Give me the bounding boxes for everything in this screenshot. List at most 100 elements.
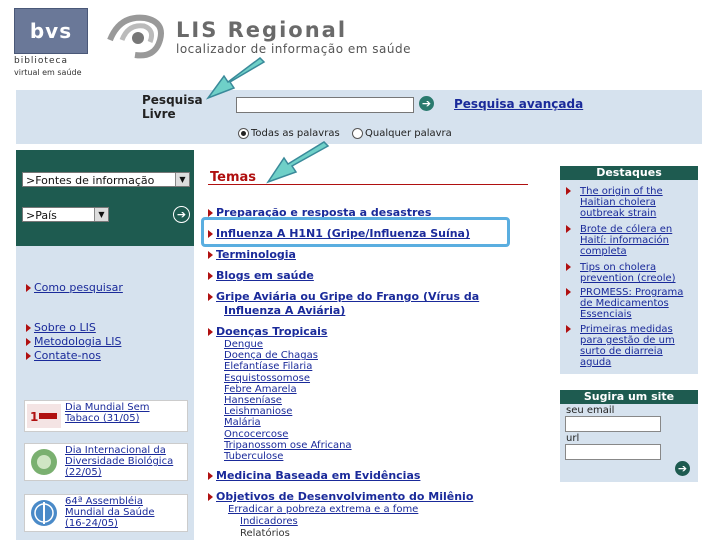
topic-link[interactable]: Medicina Baseada em Evidências — [216, 469, 420, 482]
bvs-logo[interactable]: bvs biblioteca virtual em saúde — [14, 8, 88, 82]
topic-link[interactable]: Blogs em saúde — [216, 269, 314, 282]
promo-line[interactable]: (22/05) — [65, 467, 102, 478]
app-title: LIS Regional — [176, 18, 348, 42]
bvs-logo-line2: virtual em saúde — [14, 68, 82, 77]
search-label: Pesquisa Livre — [142, 93, 212, 121]
methodology-link[interactable]: Metodologia LIS — [26, 335, 121, 348]
bullet-arrow-icon — [566, 325, 571, 333]
disease-link[interactable]: Dengue — [224, 339, 263, 350]
bullet-arrow-icon — [208, 272, 213, 280]
bvs-logo-box: bvs — [14, 8, 88, 54]
about-lis-link[interactable]: Sobre o LIS — [26, 321, 96, 334]
app-subtitle: localizador de informação em saúde — [176, 42, 411, 56]
topic-link[interactable]: Influenza A Aviária) — [224, 304, 345, 317]
odm-item[interactable]: Erradicar a pobreza extrema e a fome — [228, 504, 418, 515]
radio-all-indicator[interactable] — [238, 128, 249, 139]
advanced-search-link[interactable]: Pesquisa avançada — [454, 97, 583, 111]
sources-select[interactable]: >Fontes de informação ▼ — [22, 172, 190, 187]
disease-link[interactable]: Leishmaniose — [224, 406, 292, 417]
highlight-link[interactable]: completa — [580, 246, 627, 257]
topic-link[interactable]: Terminologia — [216, 248, 296, 261]
topic-link[interactable]: Gripe Aviária ou Gripe do Frango (Vírus … — [216, 290, 479, 303]
disease-link[interactable]: Hanseníase — [224, 395, 282, 406]
bullet-arrow-icon — [26, 338, 31, 346]
search-go-button[interactable]: ➔ — [419, 96, 434, 111]
highlight-item[interactable]: The origin of the Haitian cholera outbreak… — [566, 186, 663, 219]
highlight-link[interactable]: PROMESS: Programa — [580, 287, 683, 298]
contact-link[interactable]: Contate-nos — [26, 349, 101, 362]
url-field[interactable] — [565, 444, 661, 460]
highlight-link[interactable]: Primeiras medidas — [580, 324, 673, 335]
odm-item[interactable]: Indicadores — [240, 516, 298, 527]
promo-line[interactable]: Diversidade Biológica — [65, 456, 173, 467]
highlight-link[interactable]: Haitian cholera — [580, 197, 656, 208]
chevron-down-icon[interactable]: ▼ — [175, 173, 189, 186]
promo-line[interactable]: 64ª Assembléia — [65, 496, 143, 507]
topic-link[interactable]: Objetivos de Desenvolvimento do Milênio — [216, 490, 473, 503]
highlight-item[interactable]: Brote de cólera en Haití: información comp… — [566, 224, 672, 257]
highlight-link[interactable]: aguda — [580, 357, 611, 368]
radio-any-indicator[interactable] — [352, 128, 363, 139]
topic-item[interactable]: Blogs em saúde — [208, 269, 314, 282]
chevron-down-icon[interactable]: ▼ — [94, 208, 108, 221]
highlight-link[interactable]: Haití: información — [580, 235, 669, 246]
topic-item[interactable]: Influenza A Aviária) — [224, 304, 345, 317]
about-lis-label[interactable]: Sobre o LIS — [34, 321, 96, 334]
highlight-link[interactable]: Tips on cholera — [580, 262, 656, 273]
how-to-search-link[interactable]: Como pesquisar — [26, 281, 123, 294]
highlight-link[interactable]: de Medicamentos — [580, 298, 669, 309]
promo-line[interactable]: Mundial da Saúde — [65, 507, 154, 518]
email-field[interactable] — [565, 416, 661, 432]
disease-link[interactable]: Tuberculose — [224, 451, 283, 462]
disease-link[interactable]: Febre Amarela — [224, 384, 297, 395]
disease-link[interactable]: Oncocercose — [224, 429, 288, 440]
topic-item[interactable]: Terminologia — [208, 248, 296, 261]
bullet-arrow-icon — [208, 251, 213, 259]
disease-link[interactable]: Elefantíase Filaria — [224, 361, 312, 372]
odm-link[interactable]: Relatórios — [240, 528, 290, 539]
topic-item[interactable]: Gripe Aviária ou Gripe do Frango (Vírus … — [208, 290, 479, 303]
highlight-item[interactable]: Primeiras medidas para gestão de um surto … — [566, 324, 675, 368]
who-emblem-icon — [31, 500, 57, 526]
promo-banner[interactable]: Dia Internacional da Diversidade Biológi… — [24, 443, 188, 481]
odm-item[interactable]: Relatórios — [240, 528, 290, 539]
promo-line[interactable]: Dia Internacional da — [65, 445, 166, 456]
filter-go-button[interactable]: ➔ — [173, 206, 190, 223]
highlight-link[interactable]: surto de diarreia — [580, 346, 663, 357]
topic-item[interactable]: Objetivos de Desenvolvimento do Milênio — [208, 490, 473, 503]
odm-link[interactable]: Indicadores — [240, 516, 298, 527]
suggest-submit-button[interactable]: ➔ — [675, 461, 690, 476]
disease-link[interactable]: Esquistossomose — [224, 373, 310, 384]
methodology-label[interactable]: Metodologia LIS — [34, 335, 121, 348]
promo-line[interactable]: Tabaco (31/05) — [65, 413, 139, 424]
bullet-arrow-icon — [208, 328, 213, 336]
highlight-link[interactable]: para gestão de um — [580, 335, 675, 346]
highlight-link[interactable]: Brote de cólera en — [580, 224, 672, 235]
highlight-link[interactable]: The origin of the — [580, 186, 663, 197]
disease-link[interactable]: Tripanossom ose Africana — [224, 440, 352, 451]
highlight-item[interactable]: PROMESS: Programa de Medicamentos Essencia… — [566, 287, 683, 320]
disease-link[interactable]: Doença de Chagas — [224, 350, 318, 361]
topic-item[interactable]: Doenças Tropicais — [208, 325, 327, 338]
disease-link[interactable]: Malária — [224, 417, 261, 428]
bullet-arrow-icon — [208, 209, 213, 217]
promo-banner[interactable]: 64ª Assembléia Mundial da Saúde (16-24/0… — [24, 494, 188, 532]
country-select-value: >País — [26, 209, 57, 222]
highlight-link[interactable]: prevention (creole) — [580, 273, 676, 284]
annotation-arrow-icon — [205, 57, 266, 100]
highlight-item[interactable]: Tips on cholera prevention (creole) — [566, 262, 676, 284]
highlight-link[interactable]: Essenciais — [580, 309, 632, 320]
odm-link[interactable]: Erradicar a pobreza extrema e a fome — [228, 504, 418, 515]
promo-banner[interactable]: 1 Dia Mundial Sem Tabaco (31/05) — [24, 400, 188, 432]
contact-label[interactable]: Contate-nos — [34, 349, 101, 362]
country-select[interactable]: >País ▼ — [22, 207, 109, 222]
how-to-search-label[interactable]: Como pesquisar — [34, 281, 123, 294]
promo-line[interactable]: Dia Mundial Sem — [65, 402, 150, 413]
highlight-link[interactable]: outbreak strain — [580, 208, 656, 219]
promo-line[interactable]: (16-24/05) — [65, 518, 118, 529]
radio-any-word[interactable]: Qualquer palavra — [352, 123, 452, 142]
topic-item[interactable]: Medicina Baseada em Evidências — [208, 469, 420, 482]
highlights-title: Destaques — [560, 166, 698, 180]
themes-divider — [208, 184, 528, 185]
topic-link[interactable]: Doenças Tropicais — [216, 325, 327, 338]
